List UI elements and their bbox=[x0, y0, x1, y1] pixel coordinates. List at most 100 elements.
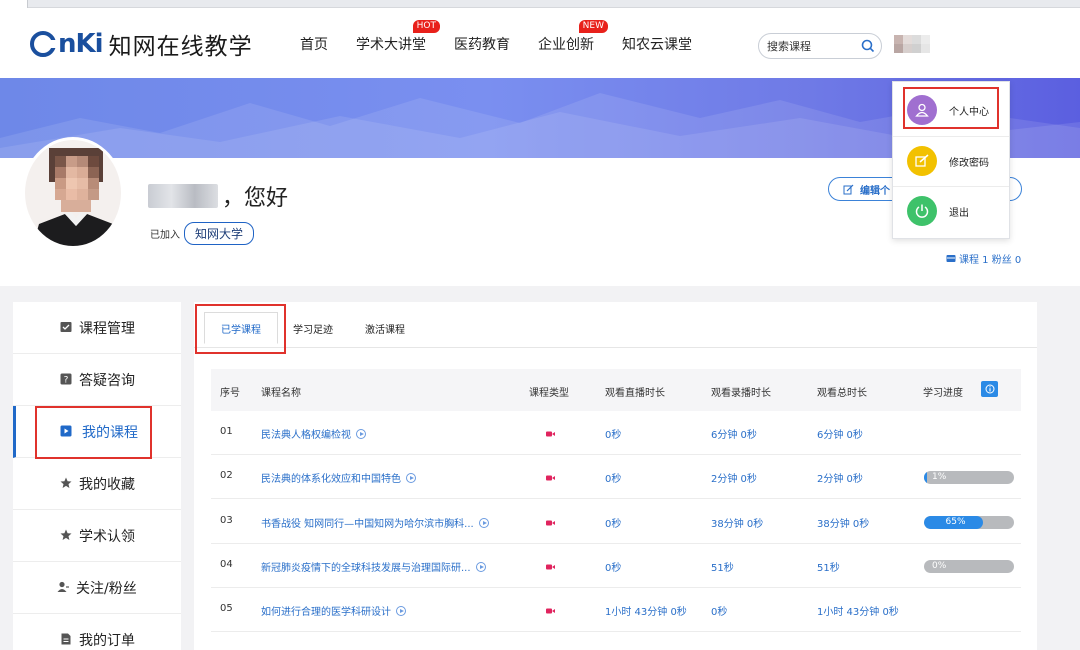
col-progress: 学习进度 bbox=[923, 388, 963, 399]
col-total: 观看总时长 bbox=[817, 388, 867, 399]
tab-learning-history[interactable]: 学习足迹 bbox=[288, 312, 338, 344]
course-title-link[interactable]: 新冠肺炎疫情下的全球科技发展与治理国际研... bbox=[261, 559, 486, 574]
table-row[interactable]: 02 民法典的体系化效应和中国特色 0秒 2分钟 0秒 2分钟 0秒 1% bbox=[211, 455, 1021, 499]
total-duration: 2分钟 0秒 bbox=[817, 474, 863, 485]
video-icon bbox=[546, 608, 555, 614]
live-duration: 0秒 bbox=[605, 519, 622, 530]
col-live: 观看直播时长 bbox=[605, 388, 665, 399]
site-logo[interactable]: nKi 知网在线教学 bbox=[30, 26, 253, 62]
greeting: ，您好 bbox=[148, 180, 288, 212]
main-content: 已学课程 学习足迹 激活课程 序号 课程名称 课程类型 观看直播时长 观看录播时… bbox=[194, 302, 1037, 650]
order-icon bbox=[61, 633, 71, 645]
menu-item-logout[interactable]: 退出 bbox=[893, 186, 1009, 236]
progress-bar: 65% bbox=[924, 516, 1014, 529]
progress-label: 65% bbox=[945, 517, 966, 527]
cnki-logo-mark: nKi bbox=[30, 29, 104, 59]
nav-item-agri[interactable]: 知农云课堂 bbox=[622, 34, 692, 54]
greeting-text: ，您好 bbox=[222, 186, 289, 211]
power-icon bbox=[907, 196, 937, 226]
table-row[interactable]: 05 如何进行合理的医学科研设计 1小时 43分钟 0秒 0秒 1小时 43分钟 0秒 bbox=[211, 588, 1021, 632]
search-input[interactable] bbox=[767, 39, 857, 53]
blurred-display-name bbox=[148, 184, 218, 208]
progress-label: 1% bbox=[932, 472, 947, 482]
total-duration: 6分钟 0秒 bbox=[817, 430, 863, 441]
browser-tab[interactable] bbox=[0, 0, 28, 8]
course-title-link[interactable]: 民法典人格权编检视 bbox=[261, 426, 366, 441]
play-icon[interactable] bbox=[356, 429, 366, 439]
video-icon bbox=[546, 564, 555, 570]
video-icon bbox=[546, 475, 555, 481]
table-row[interactable]: 01 民法典人格权编检视 0秒 6分钟 0秒 6分钟 0秒 bbox=[211, 411, 1021, 455]
nav-item-enterprise[interactable]: 企业创新 NEW bbox=[538, 20, 608, 54]
school-tag[interactable]: 知网大学 bbox=[184, 222, 255, 245]
live-duration: 0秒 bbox=[605, 563, 622, 574]
play-icon[interactable] bbox=[478, 518, 489, 528]
follow-icon bbox=[57, 581, 69, 592]
blurred-username bbox=[894, 35, 930, 53]
menu-item-change-password[interactable]: 修改密码 bbox=[893, 136, 1009, 186]
main-nav: 首页 学术大讲堂 HOT 医药教育 企业创新 NEW 知农云课堂 bbox=[300, 20, 720, 54]
search-box bbox=[758, 33, 882, 59]
sidebar-item-course-manage[interactable]: 课程管理 bbox=[13, 302, 181, 354]
record-duration: 2分钟 0秒 bbox=[711, 474, 757, 485]
live-duration: 1小时 43分钟 0秒 bbox=[605, 607, 687, 618]
user-avatar[interactable] bbox=[22, 137, 124, 249]
sidebar-item-claim[interactable]: 学术认领 bbox=[13, 510, 181, 562]
table-row[interactable]: 04 新冠肺炎疫情下的全球科技发展与治理国际研... 0秒 51秒 51秒 0% bbox=[211, 544, 1021, 588]
nav-item-home[interactable]: 首页 bbox=[300, 34, 328, 54]
question-icon: ? bbox=[60, 373, 72, 385]
record-duration: 38分钟 0秒 bbox=[711, 519, 764, 530]
sidebar-item-follow[interactable]: 关注/粉丝 bbox=[13, 562, 181, 614]
live-duration: 0秒 bbox=[605, 474, 622, 485]
sidebar-item-orders[interactable]: 我的订单 bbox=[13, 614, 181, 650]
nav-item-medical[interactable]: 医药教育 bbox=[454, 34, 510, 54]
course-icon bbox=[946, 255, 956, 262]
user-avatar-mini[interactable] bbox=[894, 35, 930, 53]
course-title-link[interactable]: 如何进行合理的医学科研设计 bbox=[261, 603, 406, 618]
live-duration: 0秒 bbox=[605, 430, 622, 441]
progress-bar: 0% bbox=[924, 560, 1014, 573]
top-navigation-bar: nKi 知网在线教学 首页 学术大讲堂 HOT 医药教育 企业创新 NEW 知农云课… bbox=[0, 8, 1080, 78]
svg-text:?: ? bbox=[64, 376, 69, 386]
table-header: 序号 课程名称 课程类型 观看直播时长 观看录播时长 观看总时长 学习进度 bbox=[211, 369, 1021, 411]
col-record: 观看录播时长 bbox=[711, 388, 771, 399]
search-icon[interactable] bbox=[861, 39, 875, 53]
row-no: 04 bbox=[220, 559, 233, 570]
star-icon bbox=[60, 529, 72, 540]
video-icon bbox=[546, 520, 555, 526]
course-manage-icon bbox=[60, 322, 72, 332]
tab-activate-course[interactable]: 激活课程 bbox=[360, 312, 410, 344]
highlight-learned-tab bbox=[195, 304, 286, 354]
record-duration: 6分钟 0秒 bbox=[711, 430, 757, 441]
col-no: 序号 bbox=[220, 388, 240, 399]
browser-tab-strip bbox=[0, 0, 1080, 8]
sidebar: 课程管理 ? 答疑咨询 我的课程 我的收藏 学术认领 关注/粉丝 我的订单 bbox=[13, 302, 181, 650]
hot-badge: HOT bbox=[412, 20, 440, 33]
stats-text[interactable]: 课程 1 粉丝 0 bbox=[959, 251, 1021, 266]
progress-label: 0% bbox=[932, 561, 947, 571]
total-duration: 1小时 43分钟 0秒 bbox=[817, 607, 899, 618]
nav-item-lecture[interactable]: 学术大讲堂 HOT bbox=[356, 20, 440, 54]
row-no: 05 bbox=[220, 603, 233, 614]
sidebar-item-favorites[interactable]: 我的收藏 bbox=[13, 458, 181, 510]
record-duration: 0秒 bbox=[711, 607, 728, 618]
info-icon[interactable] bbox=[981, 381, 998, 397]
play-icon[interactable] bbox=[475, 562, 486, 572]
row-no: 02 bbox=[220, 470, 233, 481]
course-tabs: 已学课程 学习足迹 激活课程 bbox=[194, 302, 1037, 348]
highlight-personal-center bbox=[903, 87, 999, 129]
sidebar-item-qa[interactable]: ? 答疑咨询 bbox=[13, 354, 181, 406]
joined-label: 已加入 bbox=[150, 230, 180, 241]
table-row[interactable]: 03 书香战役 知网同行—中国知网为哈尔滨市胸科... 0秒 38分钟 0秒 38分钟 … bbox=[211, 500, 1021, 544]
col-type: 课程类型 bbox=[529, 388, 569, 399]
play-icon[interactable] bbox=[396, 606, 406, 616]
total-duration: 38分钟 0秒 bbox=[817, 519, 870, 530]
course-title-link[interactable]: 民法典的体系化效应和中国特色 bbox=[261, 470, 416, 485]
new-badge: NEW bbox=[578, 20, 608, 33]
course-title-link[interactable]: 书香战役 知网同行—中国知网为哈尔滨市胸科... bbox=[261, 515, 489, 530]
play-icon[interactable] bbox=[406, 473, 416, 483]
col-name: 课程名称 bbox=[261, 388, 301, 399]
highlight-my-courses bbox=[35, 406, 152, 459]
progress-bar: 1% bbox=[924, 471, 1014, 484]
profile-stats: 课程 1 粉丝 0 bbox=[946, 251, 1021, 266]
